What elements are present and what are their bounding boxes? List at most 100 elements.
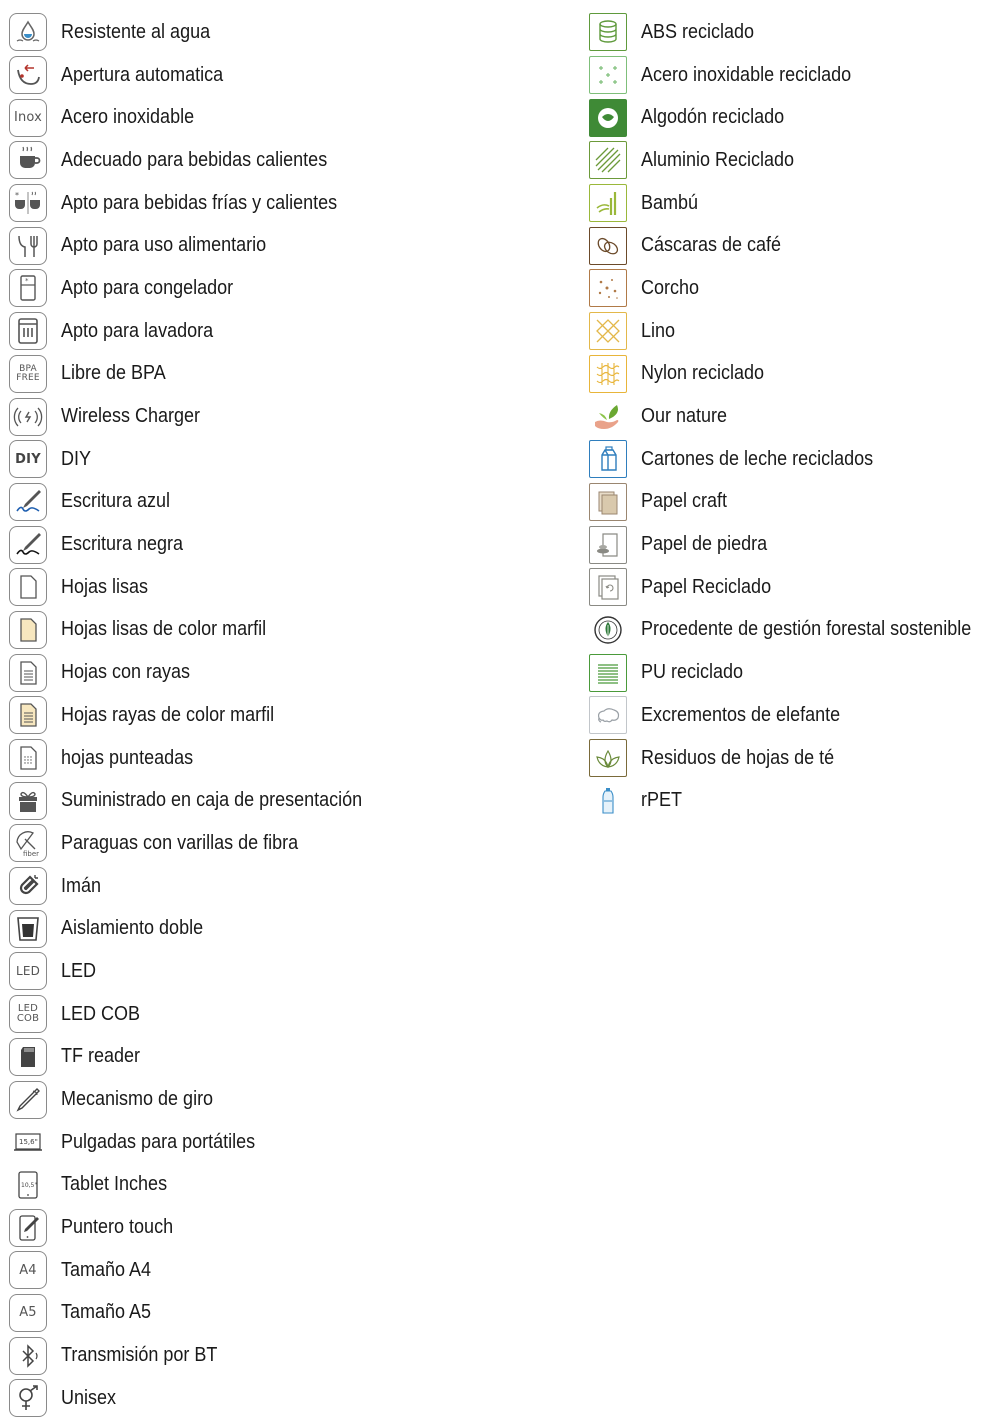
list-item-label: Papel de piedra [641,533,768,556]
list-item: Corcho [589,267,999,310]
abs-recycled-icon [589,13,627,52]
list-item: Wireless Charger [9,395,549,438]
icon-text: A4 [19,1262,37,1278]
list-item: Cáscaras de café [589,224,999,267]
list-item-label: Tamaño A4 [61,1258,152,1281]
svg-text:*: * [25,277,29,285]
left-feature-list: Resistente al agua Apertura automatica I… [9,11,549,1420]
icon-text: A5 [19,1305,37,1321]
list-item: Cartones de leche reciclados [589,438,999,481]
list-item: A4 Tamaño A4 [9,1249,549,1292]
list-item: Transmisión por BT [9,1334,549,1377]
list-item-label: Transmisión por BT [61,1344,218,1367]
list-item: Escritura negra [9,523,549,566]
led-cob-icon: LED COB [9,995,47,1034]
sustainable-forest-icon [589,610,627,649]
list-item-label: Hojas lisas de color marfil [61,618,267,641]
list-item-label: Hojas lisas [61,575,149,598]
list-item-label: Our nature [641,405,728,428]
list-item: Papel craft [589,481,999,524]
list-item-label: Tamaño A5 [61,1301,152,1324]
pen-blue-icon [9,482,47,521]
list-item: Aluminio Reciclado [589,139,999,182]
a5-icon: A5 [9,1293,47,1332]
ivory-sheet-icon [9,610,47,649]
list-item-label: Unisex [61,1386,117,1409]
list-item-label: Procedente de gestión forestal sostenibl… [641,618,972,641]
list-item-label: hojas punteadas [61,746,194,769]
list-item-label: DIY [61,447,92,470]
right-material-list: ABS reciclado Acero inoxidable reciclado… [589,11,999,822]
list-item: Residuos de hojas de té [589,737,999,780]
diy-icon: DIY [9,440,47,479]
list-item: Apto para uso alimentario [9,224,549,267]
led-icon: LED [9,952,47,991]
list-item: LED COB LED COB [9,993,549,1036]
food-safe-icon [9,226,47,265]
list-item: Procedente de gestión forestal sostenibl… [589,609,999,652]
list-item: Excrementos de elefante [589,694,999,737]
list-item: Hojas lisas [9,566,549,609]
list-item: Adecuado para bebidas calientes [9,139,549,182]
list-item-label: Apto para lavadora [61,319,214,342]
list-item-label: LED [61,959,97,982]
list-item: TF reader [9,1036,549,1079]
list-item-label: Apto para uso alimentario [61,234,267,257]
tea-leaves-icon [589,739,627,778]
list-item: Bambú [589,182,999,225]
sd-card-icon [9,1037,47,1076]
list-item: * Apto para bebidas frías y calientes [9,182,549,225]
list-item: Papel Reciclado [589,566,999,609]
list-item-label: Pulgadas para portátiles [61,1130,256,1153]
recycled-cotton-icon [589,98,627,137]
blank-sheet-icon [9,568,47,607]
laptop-inches-icon: 15,6" [9,1123,47,1162]
list-item-label: Wireless Charger [61,405,201,428]
recycled-nylon-icon [589,354,627,393]
list-item-label: Apto para congelador [61,276,234,299]
cork-icon [589,269,627,308]
list-item-label: Aislamiento doble [61,917,204,940]
icon-text: Inox [13,110,43,126]
water-drop-icon [9,13,47,52]
craft-paper-icon [589,482,627,521]
recycled-paper-icon [589,568,627,607]
touch-stylus-icon [9,1208,47,1247]
list-item: Mecanismo de giro [9,1078,549,1121]
bamboo-icon [589,184,627,223]
icon-text: LED [15,964,41,979]
list-item-label: Lino [641,319,676,342]
list-item-label: Residuos de hojas de té [641,746,835,769]
list-item-label: Paraguas con varillas de fibra [61,831,299,854]
list-item-label: Cáscaras de café [641,234,782,257]
list-item: Imán [9,865,549,908]
inox-icon: Inox [9,98,47,137]
list-item: Hojas rayas de color marfil [9,694,549,737]
icon-text: DIY [15,451,41,467]
list-item-label: Escritura negra [61,533,184,556]
bpa-free-icon: BPA FREE [9,354,47,393]
list-item-label: TF reader [61,1045,141,1068]
list-item-label: Nylon reciclado [641,362,765,385]
list-item: PU reciclado [589,651,999,694]
list-item: * Apto para congelador [9,267,549,310]
double-wall-icon [9,909,47,948]
icon-text: fiber [23,850,39,858]
list-item-label: Cartones de leche reciclados [641,447,874,470]
rpet-bottle-icon [589,781,627,820]
list-item: Puntero touch [9,1206,549,1249]
recycled-steel-icon [589,56,627,95]
bluetooth-icon [9,1336,47,1375]
twist-pen-icon [9,1080,47,1119]
list-item: Escritura azul [9,481,549,524]
recycled-aluminium-icon [589,141,627,180]
list-item-label: Papel craft [641,490,728,513]
dotted-sheet-icon [9,739,47,778]
milk-carton-icon [589,440,627,479]
dishwasher-icon [9,312,47,351]
elephant-dung-icon [589,696,627,735]
list-item: Nylon reciclado [589,353,999,396]
unisex-icon [9,1379,47,1418]
list-item-label: rPET [641,789,683,812]
list-item: ABS reciclado [589,11,999,54]
